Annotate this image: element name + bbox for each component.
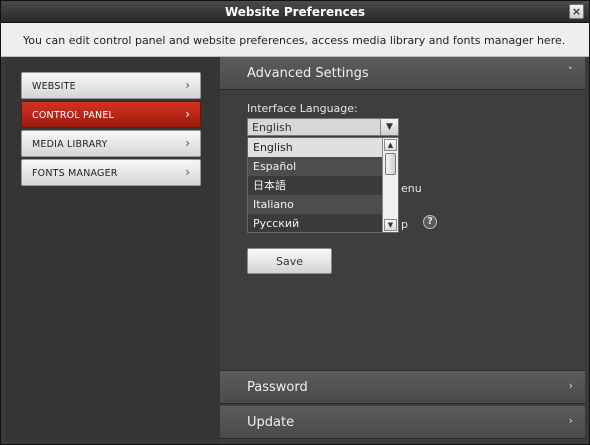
chevron-right-icon: › [185, 107, 190, 121]
language-option-italiano[interactable]: Italiano [248, 195, 384, 214]
chevron-right-icon: › [568, 379, 573, 392]
window-title: Website Preferences [224, 5, 366, 19]
save-button-label: Save [275, 255, 303, 268]
scroll-down-icon[interactable]: ▼ [384, 219, 397, 231]
section-title: Advanced Settings [247, 66, 369, 81]
main-area: WEBSITE › CONTROL PANEL › MEDIA LIBRARY … [5, 57, 585, 441]
chevron-down-icon: ˅ [567, 65, 574, 78]
language-option-japanese[interactable]: 日本語 [248, 176, 384, 195]
info-bar: You can edit control panel and website p… [1, 23, 589, 57]
language-option-english[interactable]: English [248, 138, 384, 157]
sidebar-item-control-panel[interactable]: CONTROL PANEL › [21, 101, 201, 128]
sidebar-item-label: WEBSITE [32, 81, 76, 92]
scrollbar-thumb[interactable] [385, 153, 396, 175]
close-icon[interactable]: × [569, 4, 584, 19]
sidebar-item-label: FONTS MANAGER [32, 168, 118, 179]
chevron-down-icon[interactable]: ▼ [380, 119, 398, 135]
section-update[interactable]: Update › [220, 406, 585, 439]
language-option-espanol[interactable]: Español [248, 157, 384, 176]
sidebar-item-media-library[interactable]: MEDIA LIBRARY › [21, 130, 201, 157]
language-select[interactable]: English ▼ [247, 118, 399, 136]
title-bar: Website Preferences × [1, 1, 589, 23]
sidebar-item-website[interactable]: WEBSITE › [21, 72, 201, 99]
dropdown-scrollbar[interactable]: ▲ ▼ [382, 138, 398, 232]
info-text: You can edit control panel and website p… [23, 34, 566, 47]
language-select-value: English [252, 121, 292, 134]
sidebar: WEBSITE › CONTROL PANEL › MEDIA LIBRARY … [5, 57, 220, 441]
p-setting-label: p [401, 218, 408, 231]
sidebar-item-label: CONTROL PANEL [32, 110, 115, 121]
chevron-right-icon: › [185, 78, 190, 92]
chevron-right-icon: › [185, 136, 190, 150]
advanced-settings-panel: Interface Language: English ▼ enu ? p En… [220, 90, 585, 371]
chevron-right-icon: › [568, 414, 573, 427]
content-pane: Advanced Settings ˅ Interface Language: … [220, 57, 585, 441]
preferences-window: Website Preferences × You can edit contr… [0, 0, 590, 445]
section-title: Update [247, 415, 295, 430]
sidebar-item-fonts-manager[interactable]: FONTS MANAGER › [21, 159, 201, 186]
help-icon[interactable]: ? [423, 215, 437, 229]
section-password[interactable]: Password › [220, 371, 585, 404]
chevron-right-icon: › [185, 165, 190, 179]
section-title: Password [247, 380, 308, 395]
language-option-russian[interactable]: Русский [248, 214, 384, 232]
interface-language-label: Interface Language: [247, 102, 358, 115]
scroll-up-icon[interactable]: ▲ [384, 139, 397, 151]
section-advanced-settings[interactable]: Advanced Settings ˅ [220, 57, 585, 90]
sidebar-item-label: MEDIA LIBRARY [32, 139, 108, 150]
menu-setting-label: enu [401, 182, 422, 195]
language-dropdown-list: English Español 日本語 Italiano Русский ▲ ▼ [247, 137, 399, 233]
save-button[interactable]: Save [247, 248, 332, 274]
